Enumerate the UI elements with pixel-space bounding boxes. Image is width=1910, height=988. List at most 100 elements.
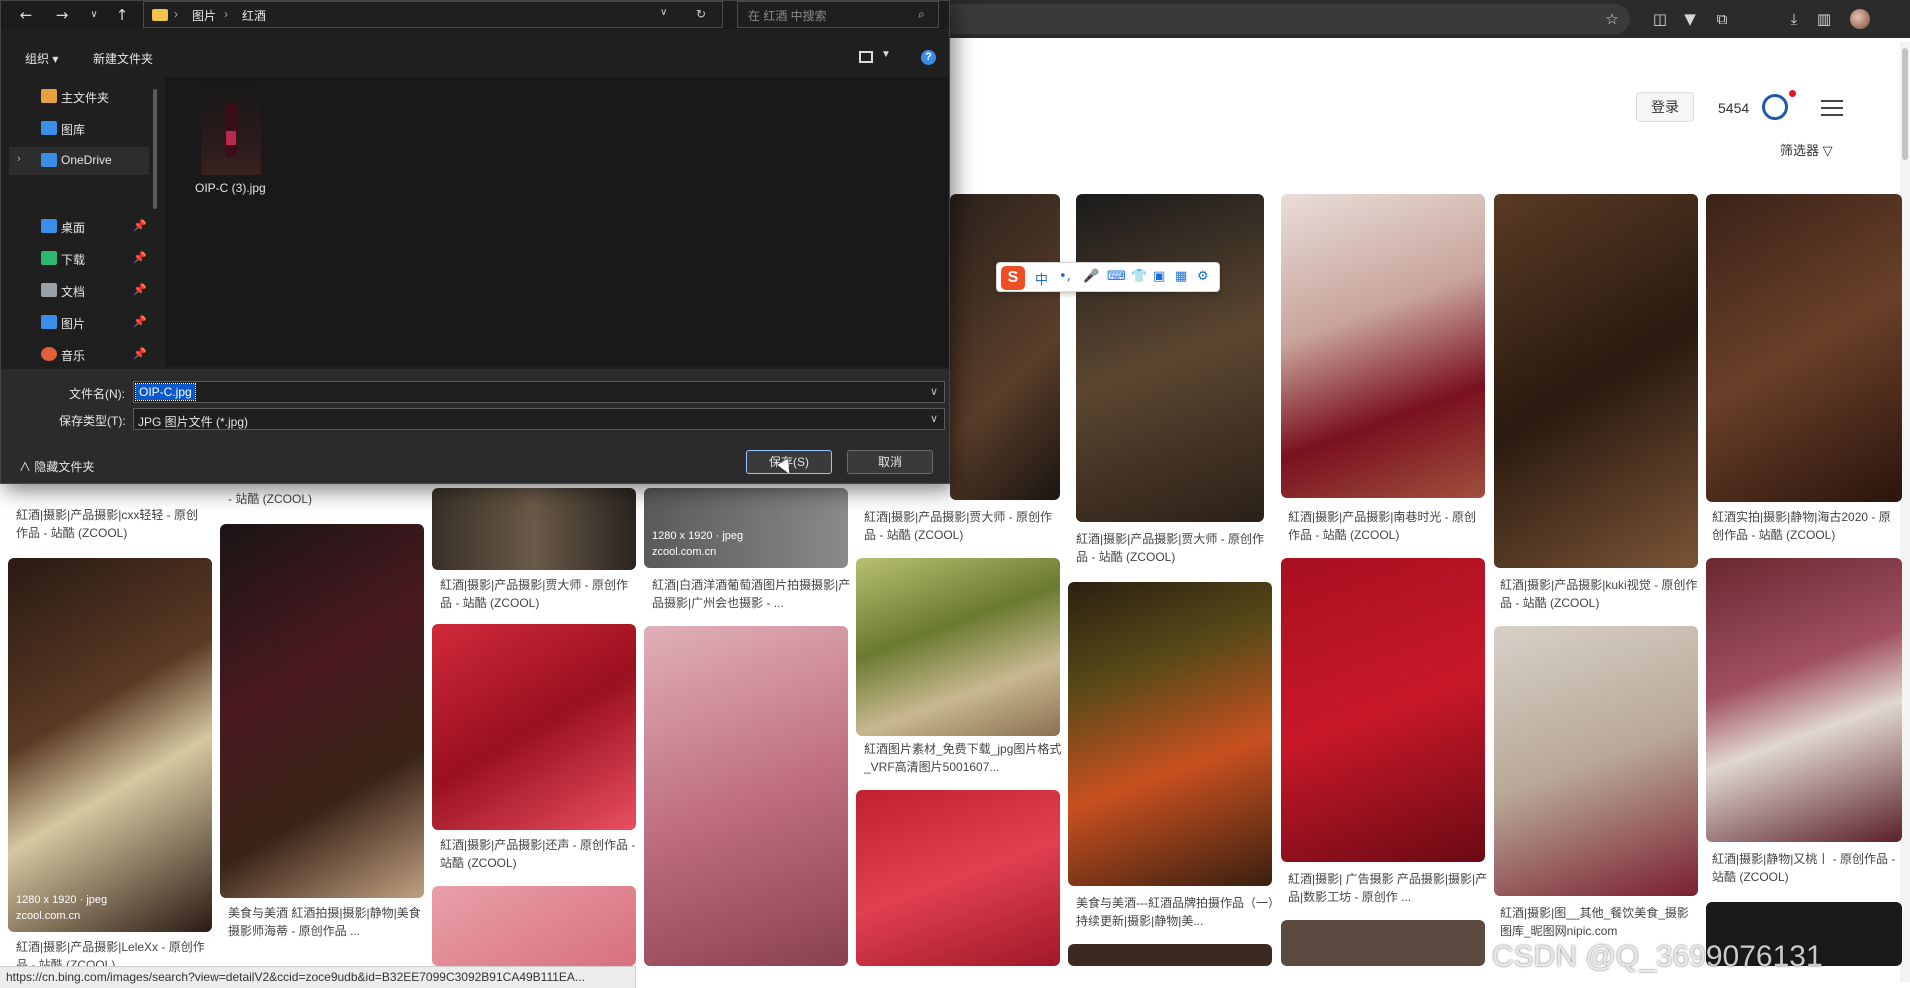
ime-lang-toggle[interactable]: 中 <box>1035 269 1048 288</box>
ime-grid-icon[interactable]: ▦ <box>1175 269 1187 284</box>
ime-keyboard-icon[interactable]: ⌨ <box>1107 269 1126 284</box>
filetype-dropdown-icon[interactable]: ∨ <box>930 412 938 425</box>
rewards-icon[interactable] <box>1762 94 1788 120</box>
notification-dot <box>1789 90 1796 97</box>
rewards-points[interactable]: 5454 <box>1718 100 1749 116</box>
breadcrumb-pictures[interactable]: 图片 <box>192 7 216 24</box>
back-icon[interactable]: ← <box>15 4 37 26</box>
image-caption[interactable]: 紅酒|摄影|静物|又桃丨 - 原创作品 - 站酷 (ZCOOL) <box>1712 850 1902 886</box>
image-meta-badge: 1280 x 1920 · jpeg zcool.com.cn <box>652 528 743 560</box>
image-result[interactable] <box>432 886 636 966</box>
image-result[interactable] <box>1281 558 1485 862</box>
history-dropdown-icon[interactable]: ∨ <box>83 4 105 26</box>
filename-dropdown-icon[interactable]: ∨ <box>930 385 938 398</box>
image-caption[interactable]: 美食与美酒 紅酒拍摄|摄影|静物|美食摄影师海蒂 - 原创作品 ... <box>228 904 428 940</box>
home-icon <box>41 89 57 103</box>
image-caption[interactable]: 紅酒实拍|摄影|静物|海古2020 - 原创作品 - 站酷 (ZCOOL) <box>1712 508 1902 544</box>
new-folder-button[interactable]: 新建文件夹 <box>93 50 153 67</box>
dropdown-icon[interactable]: ▼ <box>1680 9 1700 29</box>
refresh-icon[interactable]: ↻ <box>696 7 706 21</box>
forward-icon[interactable]: → <box>51 4 73 26</box>
image-caption[interactable]: 紅酒|摄影|产品摄影|贾大师 - 原创作品 - 站酷 (ZCOOL) <box>864 508 1064 544</box>
image-result[interactable] <box>1706 194 1902 502</box>
image-result[interactable] <box>1281 920 1485 966</box>
ime-tool-icon[interactable]: ▣ <box>1153 269 1165 284</box>
image-result[interactable] <box>1076 194 1264 522</box>
filter-icon: ▽ <box>1822 144 1833 159</box>
dialog-search-input[interactable]: 在 红酒 中搜索 ⌕ <box>737 1 939 28</box>
file-name[interactable]: OIP-C (3).jpg <box>195 181 266 195</box>
image-caption[interactable]: 紅酒|摄影|产品摄影|贾大师 - 原创作品 - 站酷 (ZCOOL) <box>1076 530 1266 566</box>
sidebar-item-downloads[interactable]: 下载 📌 <box>9 245 149 273</box>
image-caption[interactable]: 紅酒|摄影| 广告摄影 产品摄影|摄影|产品|数影工坊 - 原创作 ... <box>1288 870 1488 906</box>
up-icon[interactable]: ↑ <box>111 4 133 26</box>
sidebar-item-pictures[interactable]: 图片 📌 <box>9 309 149 337</box>
filename-input[interactable]: OIP-C.jpg ∨ <box>133 381 945 403</box>
image-result[interactable] <box>432 488 636 570</box>
image-result[interactable] <box>1281 194 1485 498</box>
sidebar-item-home[interactable]: 主文件夹 <box>9 83 149 111</box>
sidebar-item-desktop[interactable]: 桌面 📌 <box>9 213 149 241</box>
download-icon[interactable]: ⤓ <box>1784 9 1804 29</box>
address-bar[interactable] <box>950 4 1630 34</box>
image-caption[interactable]: 紅酒|摄影|图__其他_餐饮美食_摄影图库_昵图网nipic.com <box>1500 904 1700 940</box>
star-icon[interactable]: ☆ <box>1602 9 1622 29</box>
image-result[interactable] <box>644 626 848 966</box>
image-caption[interactable]: 紅酒|摄影|产品摄影|还声 - 原创作品 - 站酷 (ZCOOL) <box>440 836 640 872</box>
help-icon[interactable]: ? <box>921 50 936 65</box>
ime-settings-icon[interactable]: ⚙ <box>1197 269 1209 284</box>
image-result[interactable] <box>1494 626 1698 896</box>
dialog-address-bar[interactable]: › 图片 › 红酒 ∨ ↻ <box>143 1 723 28</box>
ime-punct-icon[interactable]: •, <box>1059 269 1071 284</box>
image-caption[interactable]: 紅酒|摄影|产品摄影|贾大师 - 原创作品 - 站酷 (ZCOOL) <box>440 576 640 612</box>
image-caption[interactable]: 紅酒图片素材_免费下载_jpg图片格式_VRF高清图片5001607... <box>864 740 1064 776</box>
view-mode-icon[interactable] <box>859 51 873 63</box>
reader-icon[interactable]: ◫ <box>1650 9 1670 29</box>
address-dropdown-icon[interactable]: ∨ <box>660 7 667 18</box>
search-icon[interactable]: ⌕ <box>918 7 925 22</box>
image-result[interactable] <box>1068 944 1272 966</box>
image-result[interactable] <box>856 790 1060 966</box>
ime-voice-icon[interactable]: 🎤 <box>1083 269 1099 284</box>
expand-chevron-icon[interactable]: › <box>17 153 21 165</box>
login-button[interactable]: 登录 <box>1636 92 1694 122</box>
image-result[interactable] <box>1494 194 1698 568</box>
image-result[interactable] <box>220 524 424 898</box>
ime-skin-icon[interactable]: 👕 <box>1131 269 1147 284</box>
view-dropdown-icon[interactable]: ▼ <box>881 49 891 60</box>
image-result[interactable]: 1280 x 1920 · jpeg zcool.com.cn <box>644 488 848 568</box>
extensions-icon[interactable]: ⧉ <box>1712 9 1732 29</box>
image-caption[interactable]: 紅酒|摄影|产品摄影|kuki视觉 - 原创作品 - 站酷 (ZCOOL) <box>1500 576 1700 612</box>
save-as-dialog: ← → ∨ ↑ › 图片 › 红酒 ∨ ↻ 在 红酒 中搜索 ⌕ 组织 ▾ 新建… <box>0 0 950 484</box>
image-caption[interactable]: 紅酒|摄影|产品摄影|LeleXx - 原创作品 - 站酷 (ZCOOL) <box>16 938 208 968</box>
sidebar-icon[interactable]: ▥ <box>1814 9 1834 29</box>
image-caption[interactable]: 美食与美酒---紅酒品牌拍摄作品（一）持续更新|摄影|静物|美... <box>1076 894 1276 930</box>
image-result[interactable]: 1280 x 1920 · jpeg zcool.com.cn <box>8 558 212 932</box>
sidebar-scrollbar[interactable] <box>153 89 157 209</box>
filter-button[interactable]: 筛选器 ▽ <box>1780 140 1833 159</box>
image-result[interactable] <box>856 558 1060 736</box>
page-scrollbar-thumb[interactable] <box>1902 48 1908 160</box>
image-result[interactable] <box>1068 582 1272 886</box>
menu-icon[interactable] <box>1821 100 1843 116</box>
sidebar-item-gallery[interactable]: 图库 <box>9 115 149 143</box>
cancel-button[interactable]: 取消 <box>847 450 933 474</box>
hide-folders-toggle[interactable]: ∧ 隐藏文件夹 <box>19 458 94 475</box>
filename-selected-text[interactable]: OIP-C.jpg <box>135 383 196 401</box>
image-caption[interactable]: - 站酷 (ZCOOL) <box>228 490 428 508</box>
filetype-select[interactable]: JPG 图片文件 (*.jpg) ∨ <box>133 408 945 430</box>
image-result[interactable] <box>950 194 1060 500</box>
sidebar-item-onedrive[interactable]: › OneDrive <box>9 147 149 175</box>
image-caption[interactable]: 紅酒|摄影|产品摄影|cxx轻轻 - 原创作品 - 站酷 (ZCOOL) <box>16 506 208 542</box>
image-result[interactable] <box>1706 558 1902 842</box>
sidebar-item-music[interactable]: 音乐 📌 <box>9 341 149 369</box>
sogou-logo-icon[interactable]: S <box>1001 266 1025 290</box>
profile-avatar[interactable] <box>1850 9 1870 29</box>
breadcrumb-wine[interactable]: 红酒 <box>242 7 266 24</box>
sidebar-item-documents[interactable]: 文档 📌 <box>9 277 149 305</box>
image-caption[interactable]: 紅酒|白酒洋酒葡萄酒图片拍摄摄影|产品摄影|广州会也摄影 - ... <box>652 576 852 612</box>
file-thumbnail[interactable] <box>201 85 261 175</box>
image-caption[interactable]: 紅酒|摄影|产品摄影|南巷时光 - 原创作品 - 站酷 (ZCOOL) <box>1288 508 1488 544</box>
organize-button[interactable]: 组织 ▾ <box>25 50 58 67</box>
image-result[interactable] <box>432 624 636 830</box>
